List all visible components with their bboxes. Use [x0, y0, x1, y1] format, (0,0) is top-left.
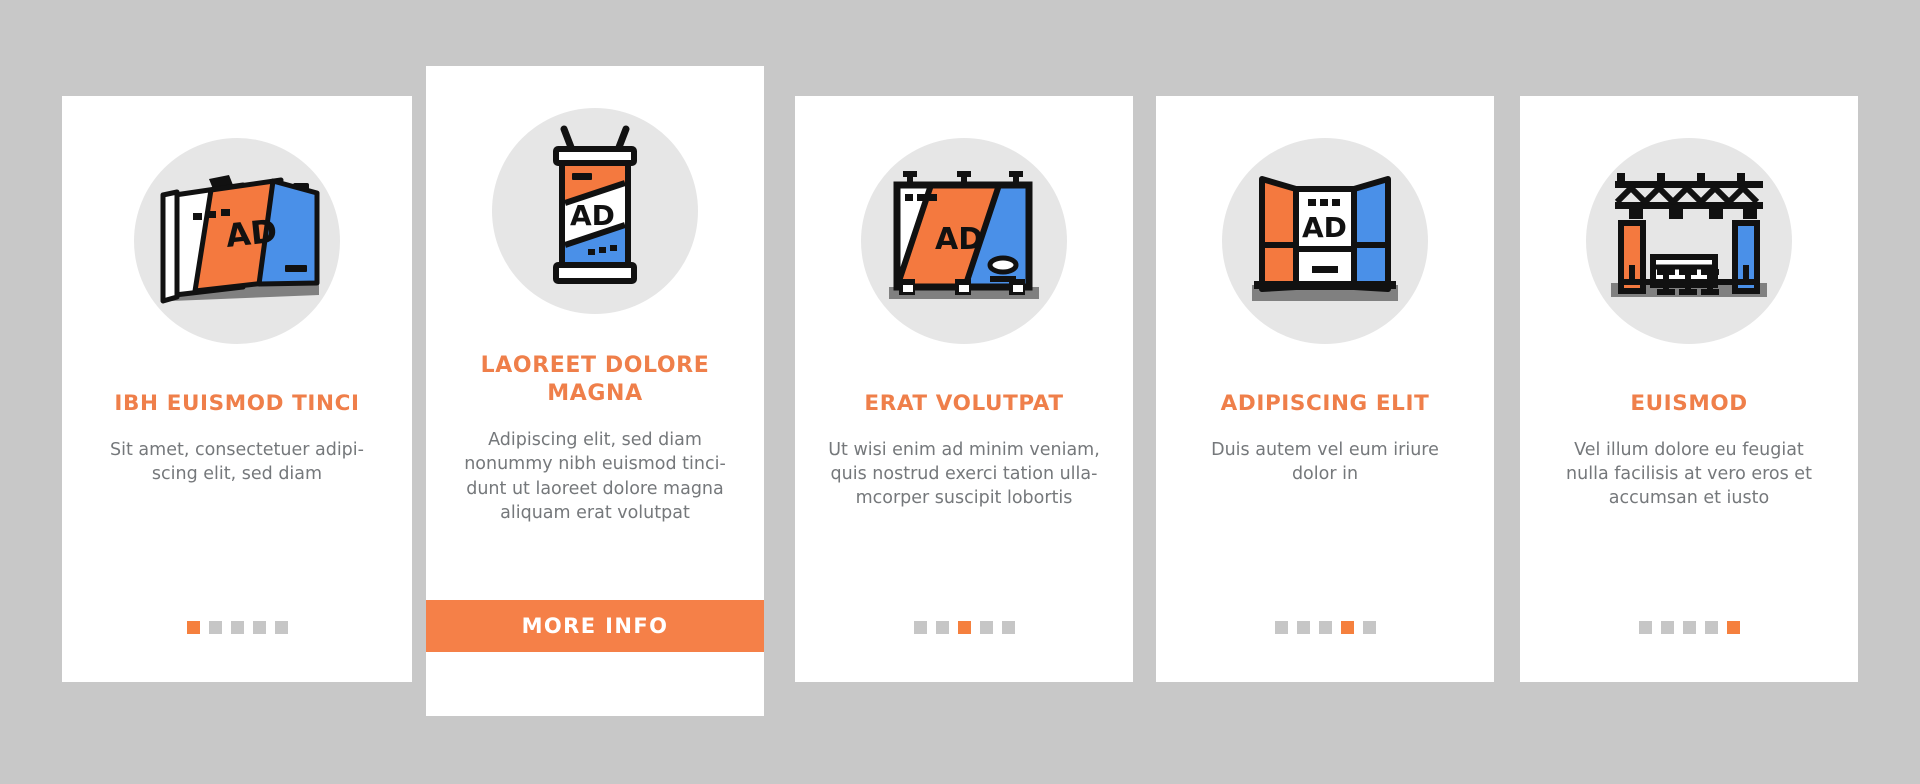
- onboarding-card-4[interactable]: AD ADIPISCING ELIT Duis autem vel eum ir…: [1156, 96, 1494, 682]
- onboarding-screens-container: AD IBH EUISMOD TINCI Sit amet, consectet…: [0, 0, 1920, 784]
- onboarding-card-5[interactable]: EUISMOD Vel illum dolore eu feugiat null…: [1520, 96, 1858, 682]
- pagination-dot[interactable]: [1296, 621, 1310, 634]
- card-title: IBH EUISMOD TINCI: [114, 391, 360, 416]
- card-title: ADIPISCING ELIT: [1220, 391, 1430, 416]
- pagination-dot[interactable]: [186, 621, 200, 634]
- pagination-dots[interactable]: [186, 621, 288, 634]
- pagination-dot[interactable]: [1340, 621, 1354, 634]
- pagination-dot[interactable]: [252, 621, 266, 634]
- pagination-dot[interactable]: [274, 621, 288, 634]
- onboarding-card-3[interactable]: AD ERAT VOLUTPAT Ut wisi enim ad minim v…: [795, 96, 1133, 682]
- svg-text:AD: AD: [935, 222, 983, 257]
- pagination-dots[interactable]: [913, 621, 1015, 634]
- onboarding-card-1[interactable]: AD IBH EUISMOD TINCI Sit amet, consectet…: [62, 96, 412, 682]
- card-title: EUISMOD: [1630, 391, 1748, 416]
- pagination-dot[interactable]: [1001, 621, 1015, 634]
- card-body-text: Ut wisi enim ad minim veniam, quis nostr…: [828, 439, 1100, 508]
- card-body-text: Sit amet, consectetuer adipi- scing elit…: [110, 439, 364, 484]
- trade-show-booth-graphic: [1611, 173, 1767, 297]
- trifold-exhibition-booth-ad-icon: AD: [1222, 138, 1428, 344]
- card-body-text: Adipiscing elit, sed diam nonummy nibh e…: [464, 430, 726, 523]
- curved-banner-wall-graphic: AD: [160, 175, 320, 304]
- more-info-button[interactable]: MORE INFO: [426, 600, 764, 652]
- vertical-pylon-banner-graphic: AD: [553, 125, 637, 284]
- trifold-booth-graphic: AD: [1252, 176, 1398, 301]
- onboarding-card-2[interactable]: AD LAOREET DOLORE MAGNA Adipiscing elit,…: [426, 66, 764, 716]
- pagination-dot[interactable]: [1318, 621, 1332, 634]
- flat-billboard-ad-icon: AD: [861, 138, 1067, 344]
- pagination-dot[interactable]: [1362, 621, 1376, 634]
- pagination-dot[interactable]: [1726, 621, 1740, 634]
- pagination-dots[interactable]: [1274, 621, 1376, 634]
- card-title: ERAT VOLUTPAT: [864, 391, 1064, 416]
- svg-text:AD: AD: [570, 199, 615, 232]
- vertical-pylon-banner-ad-icon: AD: [492, 108, 698, 314]
- pagination-dots[interactable]: [1638, 621, 1740, 634]
- pagination-dot[interactable]: [1274, 621, 1288, 634]
- pagination-dot[interactable]: [1638, 621, 1652, 634]
- svg-text:AD: AD: [224, 212, 279, 255]
- pagination-dot[interactable]: [208, 621, 222, 634]
- card-title: LAOREET DOLORE MAGNA: [480, 353, 710, 407]
- pagination-dot[interactable]: [935, 621, 949, 634]
- pagination-dot[interactable]: [1660, 621, 1674, 634]
- pagination-dot[interactable]: [957, 621, 971, 634]
- pagination-dot[interactable]: [230, 621, 244, 634]
- flat-billboard-graphic: AD: [889, 171, 1039, 299]
- svg-text:AD: AD: [1302, 211, 1347, 244]
- pagination-dot[interactable]: [979, 621, 993, 634]
- curved-banner-wall-ad-icon: AD: [134, 138, 340, 344]
- trade-show-truss-booth-icon: [1586, 138, 1792, 344]
- card-body-text: Duis autem vel eum iriure dolor in: [1211, 439, 1439, 484]
- pagination-dot[interactable]: [913, 621, 927, 634]
- card-body-text: Vel illum dolore eu feugiat nulla facili…: [1566, 439, 1812, 508]
- pagination-dot[interactable]: [1704, 621, 1718, 634]
- pagination-dot[interactable]: [1682, 621, 1696, 634]
